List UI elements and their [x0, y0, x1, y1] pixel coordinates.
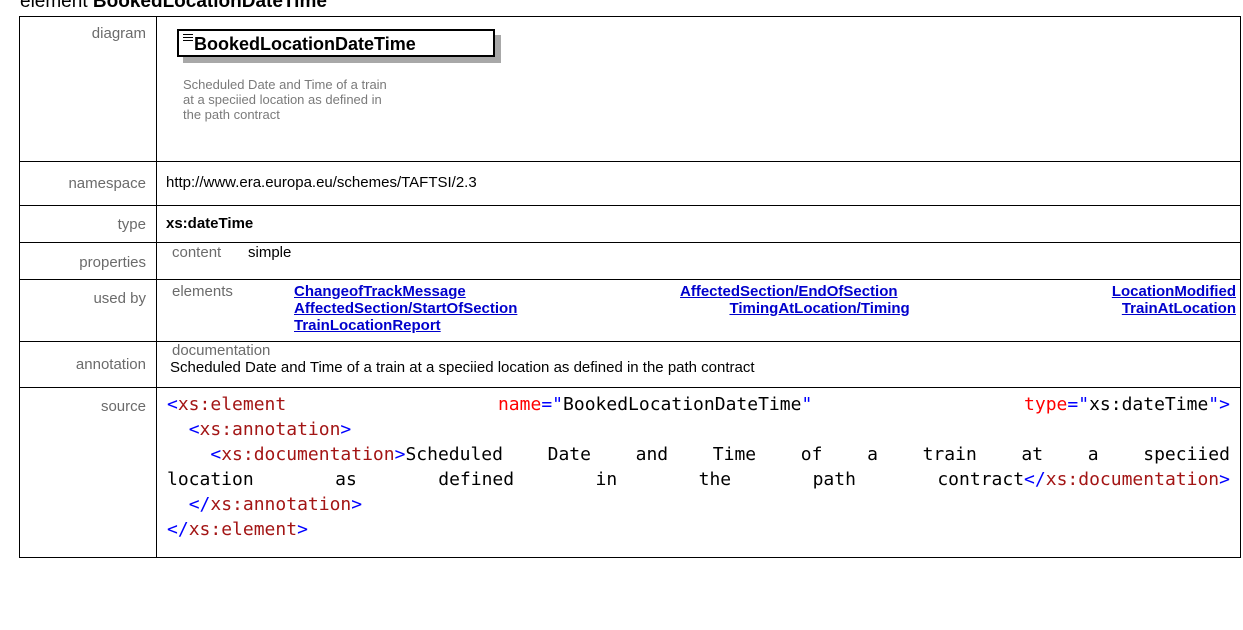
source-label: source	[19, 387, 157, 558]
link-trainatlocation[interactable]: TrainAtLocation	[1122, 300, 1236, 317]
source-cell: <xs:element name="BookedLocationDateTime…	[156, 387, 1241, 558]
source-line: location as defined in the path contract…	[167, 469, 1230, 490]
link-affectedsection-endofsection[interactable]: AffectedSection/EndOfSection	[680, 283, 898, 300]
source-line: <xs:annotation>	[188, 419, 352, 440]
used-by-row: used by elements ChangeofTrackMessage Af…	[19, 279, 1241, 342]
element-doc-table: diagram BookedLocationDateTime Scheduled…	[19, 16, 1241, 558]
used-by-links: ChangeofTrackMessage AffectedSection/End…	[294, 283, 1236, 334]
link-affectedsection-startofsection[interactable]: AffectedSection/StartOfSection	[294, 300, 517, 317]
annotation-label: annotation	[19, 341, 157, 388]
properties-value: simple	[248, 244, 292, 261]
source-line: <xs:element name="BookedLocationDateTime…	[167, 394, 1230, 415]
used-by-label: used by	[19, 279, 157, 342]
source-line: </xs:annotation>	[188, 494, 363, 515]
type-value: xs:dateTime	[156, 205, 1241, 243]
properties-row: properties content simple	[19, 242, 1241, 280]
type-name: xs:dateTime	[166, 215, 254, 232]
namespace-url: http://www.era.europa.eu/schemes/TAFTSI/…	[166, 174, 477, 191]
link-changeoftrackmessage[interactable]: ChangeofTrackMessage	[294, 283, 466, 300]
properties-label: properties	[19, 242, 157, 280]
element-diagram-box: BookedLocationDateTime	[177, 29, 501, 63]
used-by-cell: elements ChangeofTrackMessage AffectedSe…	[156, 279, 1241, 342]
diagram-desc-line: at a speciied location as defined in	[183, 92, 382, 107]
link-trainlocationreport[interactable]: TrainLocationReport	[294, 317, 441, 334]
used-by-key: elements	[172, 283, 233, 300]
properties-cell: content simple	[156, 242, 1241, 280]
diagram-description: Scheduled Date and Time of a train at a …	[183, 77, 503, 122]
source-code: <xs:element name="BookedLocationDateTime…	[167, 392, 1230, 542]
diagram-box-title: BookedLocationDateTime	[194, 34, 416, 54]
diagram-cell: BookedLocationDateTime Scheduled Date an…	[156, 16, 1241, 162]
namespace-value: http://www.era.europa.eu/schemes/TAFTSI/…	[156, 161, 1241, 206]
annotation-row: annotation documentation Scheduled Date …	[19, 341, 1241, 388]
source-line: </xs:element>	[167, 519, 308, 540]
type-row: type xs:dateTime	[19, 205, 1241, 243]
type-label: type	[19, 205, 157, 243]
diagram-row: diagram BookedLocationDateTime Scheduled…	[19, 16, 1241, 162]
used-by-table: elements ChangeofTrackMessage AffectedSe…	[166, 283, 1236, 334]
namespace-label: namespace	[19, 161, 157, 206]
annotation-cell: documentation Scheduled Date and Time of…	[156, 341, 1241, 388]
properties-key: content	[172, 244, 222, 261]
diagram-desc-line: the path contract	[183, 107, 280, 122]
link-locationmodified[interactable]: LocationModified	[1112, 283, 1236, 300]
namespace-row: namespace http://www.era.europa.eu/schem…	[19, 161, 1241, 206]
heading-element-name: BookedLocationDateTime	[92, 0, 327, 12]
link-timingatlocation-timing[interactable]: TimingAtLocation/Timing	[729, 300, 909, 317]
source-row: source <xs:element name="BookedLocationD…	[19, 387, 1241, 558]
diagram-label: diagram	[19, 16, 157, 162]
annotation-text: Scheduled Date and Time of a train at a …	[170, 359, 755, 376]
diagram-box-frame: BookedLocationDateTime	[177, 29, 495, 57]
element-heading: element BookedLocationDateTime	[20, 0, 327, 13]
diagram-desc-line: Scheduled Date and Time of a train	[183, 77, 387, 92]
heading-prefix: element	[20, 0, 88, 12]
element-lines-icon	[183, 34, 193, 43]
source-line: <xs:documentation>Scheduled Date and Tim…	[210, 444, 1230, 465]
annotation-key: documentation	[172, 342, 271, 359]
